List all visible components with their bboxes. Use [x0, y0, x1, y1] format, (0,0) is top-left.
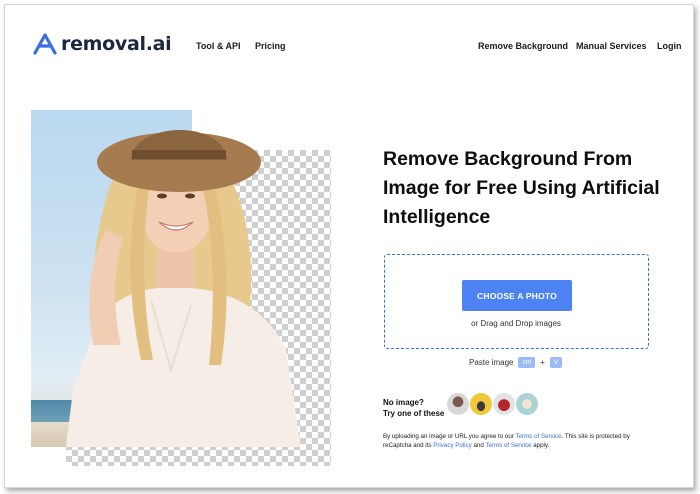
nav-tool-api[interactable]: Tool & API — [196, 41, 241, 51]
page-headline: Remove Background From Image for Free Us… — [383, 148, 660, 228]
choose-photo-button[interactable]: CHOOSE A PHOTO — [462, 280, 572, 311]
nav-pricing[interactable]: Pricing — [255, 41, 286, 51]
ctrl-key-badge: ctrl — [518, 357, 536, 368]
nav-remove-background[interactable]: Remove Background — [478, 41, 568, 51]
logo-text: removal.ai — [61, 33, 172, 55]
nav-login[interactable]: Login — [657, 41, 682, 51]
sample-prompt: No image? Try one of these — [383, 397, 444, 419]
legal-text-1: By uploading an image or URL you agree t… — [383, 433, 514, 440]
legal-notice: By uploading an image or URL you agree t… — [383, 433, 653, 450]
browser-page: removal.ai Tool & API Pricing Remove Bac… — [4, 4, 694, 488]
removal-ai-logo[interactable]: removal.ai — [32, 33, 172, 55]
sample-prompt-line2: Try one of these — [383, 409, 445, 418]
sample-food-thumbnail[interactable] — [515, 392, 539, 416]
terms-of-service-link[interactable]: Terms of Service — [515, 433, 561, 440]
sample-car-thumbnail[interactable] — [469, 392, 493, 416]
paste-hint: Paste image ctrl + V — [469, 357, 563, 368]
nav-manual-services[interactable]: Manual Services — [576, 41, 647, 51]
v-key-badge: V — [549, 357, 563, 368]
plus-sign: + — [540, 358, 545, 367]
sample-bag-thumbnail[interactable] — [492, 392, 516, 416]
logo-icon — [33, 33, 57, 55]
upload-dropzone[interactable]: CHOOSE A PHOTO or Drag and Drop images — [384, 254, 649, 349]
paste-label: Paste image — [469, 358, 514, 367]
terms-of-service-link-2[interactable]: Terms of Service — [485, 442, 531, 449]
privacy-policy-link[interactable]: Privacy Policy — [433, 442, 472, 449]
legal-text-3: and — [473, 441, 484, 449]
legal-text-4: apply. — [533, 441, 550, 449]
sample-person-thumbnail[interactable] — [446, 392, 470, 416]
sample-images — [446, 392, 539, 416]
woman-with-hat-illustration — [66, 129, 301, 447]
sample-prompt-line1: No image? — [383, 398, 424, 407]
drag-drop-hint: or Drag and Drop images — [471, 319, 561, 328]
